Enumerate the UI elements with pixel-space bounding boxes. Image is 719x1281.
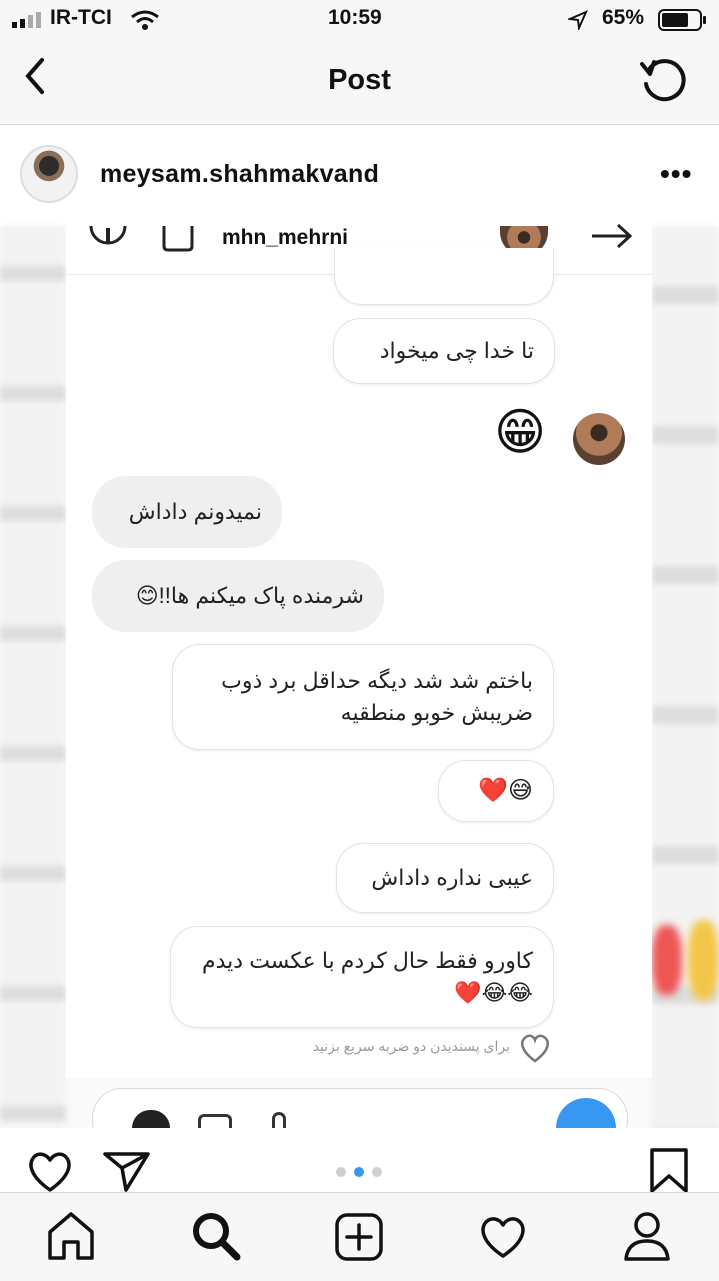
microphone-icon <box>272 1112 286 1128</box>
info-icon <box>88 225 128 257</box>
tab-home[interactable] <box>46 1210 96 1265</box>
search-icon <box>193 1213 241 1261</box>
carousel-dot <box>336 1167 346 1177</box>
tab-activity[interactable] <box>478 1214 528 1265</box>
message-bubble: تا خدا چی میخواد <box>333 318 555 384</box>
avatar[interactable] <box>20 145 78 203</box>
like-heart-icon <box>518 1033 552 1068</box>
new-post-icon <box>335 1213 383 1261</box>
tab-profile[interactable] <box>622 1210 672 1267</box>
message-bubble: باختم شد شد دیگه حداقل برد ذوب ضریبش خوب… <box>172 644 554 750</box>
status-bar: IR-TCI 10:59 65% <box>0 0 719 40</box>
gallery-icon <box>198 1114 232 1128</box>
video-call-icon <box>162 226 202 257</box>
message-bubble: 😅❤️ <box>438 760 554 822</box>
emoji-message: 😁 <box>494 404 547 460</box>
sender-avatar <box>573 413 625 465</box>
more-options-button[interactable]: ••• <box>660 158 692 190</box>
home-icon <box>48 1212 94 1260</box>
wifi-icon <box>130 9 160 36</box>
photo-blur-left <box>0 226 66 1128</box>
refresh-button[interactable] <box>636 54 690 108</box>
message-bubble: شرمنده پاک میکنم ها!!😊 <box>92 560 384 632</box>
message-bubble: کاورو فقط حال کردم با عکست دیدم😂😂❤️ <box>170 926 554 1028</box>
arrow-right-icon <box>590 222 634 255</box>
bookmark-icon <box>650 1148 688 1193</box>
dm-username: mhn_mehrni <box>222 226 349 249</box>
clock: 10:59 <box>328 6 382 29</box>
double-tap-hint: برای پسندیدن دو ضربه سریع بزنید <box>312 1038 510 1054</box>
message-bubble-partial <box>334 248 554 305</box>
carousel-dot <box>372 1167 382 1177</box>
message-bubble: عیبی نداره داداش <box>336 843 554 913</box>
photo-decoration <box>688 920 719 1000</box>
refresh-icon <box>640 59 686 102</box>
battery-icon <box>658 9 708 36</box>
message-bubble: نمیدونم داداش <box>92 476 282 548</box>
heart-icon <box>29 1152 71 1192</box>
post-username[interactable]: meysam.shahmakvand <box>100 160 379 189</box>
carousel-dot-active <box>354 1167 364 1177</box>
photo-decoration <box>652 925 682 995</box>
tab-new-post[interactable] <box>334 1212 384 1267</box>
page-title: Post <box>328 64 391 96</box>
battery-percent: 65% <box>602 6 645 29</box>
nav-bar: Post <box>0 40 719 125</box>
profile-icon <box>624 1212 670 1261</box>
signal-icon <box>12 12 46 33</box>
activity-icon <box>481 1217 525 1258</box>
paper-plane-icon <box>103 1152 150 1192</box>
tab-search[interactable] <box>190 1210 242 1267</box>
location-icon <box>566 10 588 35</box>
carrier-label: IR-TCI <box>50 6 112 29</box>
